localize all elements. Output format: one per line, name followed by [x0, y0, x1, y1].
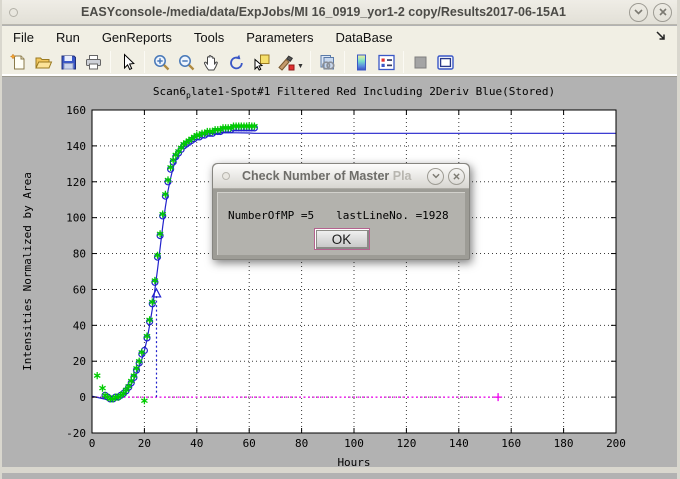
toolbar-separator — [110, 51, 111, 73]
dialog-title: Check Number of Master Pla — [242, 169, 427, 183]
svg-text:60: 60 — [73, 283, 86, 296]
svg-text:0: 0 — [89, 437, 96, 450]
toolbar-separator — [344, 51, 345, 73]
close-icon — [659, 8, 667, 16]
new-document-icon — [9, 53, 28, 72]
svg-text:160: 160 — [66, 104, 86, 117]
dialog-app-icon — [222, 172, 230, 180]
menu-item-genreports[interactable]: GenReports — [91, 28, 183, 47]
toolbar-separator — [403, 51, 404, 73]
legend-icon — [377, 53, 396, 72]
toolbar-button-pan[interactable] — [199, 50, 224, 74]
app-icon — [9, 8, 18, 17]
svg-text:80: 80 — [73, 248, 86, 261]
zoom-out-icon — [177, 53, 196, 72]
dialog-minimize-button[interactable] — [427, 168, 444, 185]
brush-icon — [277, 53, 296, 72]
open-folder-icon — [34, 53, 53, 72]
window-bottom-border — [2, 467, 677, 473]
toolbar-button-brush[interactable] — [274, 50, 299, 74]
plot-title: Scan6plate1-Spot#1 Filtered Red Includin… — [92, 85, 616, 100]
chevron-down-icon — [634, 9, 643, 15]
inactive-square-icon — [411, 53, 430, 72]
svg-text:200: 200 — [606, 437, 626, 450]
dialog-content-panel: NumberOfMP =5lastLineNo. =1928 OK — [217, 192, 465, 255]
chevron-down-icon — [432, 173, 440, 179]
menu-item-run[interactable]: Run — [45, 28, 91, 47]
svg-text:140: 140 — [449, 437, 469, 450]
link-plots-icon — [318, 53, 337, 72]
window-titlebar: EASYconsole-/media/data/ExpJobs/MI 16_09… — [2, 0, 677, 25]
svg-text:140: 140 — [66, 140, 86, 153]
app-window: EASYconsole-/media/data/ExpJobs/MI 16_09… — [0, 0, 680, 479]
print-icon — [84, 53, 103, 72]
dialog-close-button[interactable] — [448, 168, 465, 185]
plot-canvas[interactable]: 020406080100120140160180200-200204060801… — [2, 79, 680, 473]
toolbar-button-print[interactable] — [81, 50, 106, 74]
close-button[interactable] — [653, 3, 672, 22]
toolbar-button-new-document[interactable] — [6, 50, 31, 74]
toolbar-button-link-plots[interactable] — [315, 50, 340, 74]
toolbar-separator — [310, 51, 311, 73]
dialog-message: NumberOfMP =5lastLineNo. =1928 — [228, 209, 459, 222]
svg-text:20: 20 — [73, 355, 86, 368]
brush-dropdown-icon[interactable]: ▼ — [297, 63, 304, 70]
toolbar-button-open-folder[interactable] — [31, 50, 56, 74]
detach-arrow-icon[interactable] — [655, 30, 667, 45]
rotate-3d-icon — [227, 53, 246, 72]
menu-item-file[interactable]: File — [2, 28, 45, 47]
menubar: FileRunGenReportsToolsParametersDataBase — [2, 26, 677, 48]
toolbar-separator — [144, 51, 145, 73]
ok-button[interactable]: OK — [314, 228, 370, 250]
svg-text:100: 100 — [344, 437, 364, 450]
svg-text:20: 20 — [138, 437, 151, 450]
svg-text:120: 120 — [396, 437, 416, 450]
toolbar-button-rotate-3d[interactable] — [224, 50, 249, 74]
close-icon — [453, 173, 460, 180]
data-cursor-icon — [252, 53, 271, 72]
menu-item-parameters[interactable]: Parameters — [235, 28, 324, 47]
svg-text:60: 60 — [243, 437, 256, 450]
svg-text:-20: -20 — [66, 427, 86, 440]
toolbar-button-legend[interactable] — [374, 50, 399, 74]
pan-icon — [202, 53, 221, 72]
toolbar-button-data-cursor[interactable] — [249, 50, 274, 74]
figure-window-icon — [436, 53, 455, 72]
pointer-icon — [118, 53, 137, 72]
svg-text:160: 160 — [501, 437, 521, 450]
svg-text:Intensities Normalized by Area: Intensities Normalized by Area — [21, 172, 34, 371]
toolbar-button-save[interactable] — [56, 50, 81, 74]
svg-text:40: 40 — [73, 319, 86, 332]
svg-text:180: 180 — [554, 437, 574, 450]
toolbar-button-colormap[interactable] — [349, 50, 374, 74]
svg-text:120: 120 — [66, 176, 86, 189]
toolbar-button-figure-window[interactable] — [433, 50, 458, 74]
toolbar-button-inactive-square[interactable] — [408, 50, 433, 74]
menu-item-database[interactable]: DataBase — [324, 28, 403, 47]
dialog-check-number-of-master-plates: Check Number of Master Pla NumberOfMP =5… — [212, 163, 470, 260]
toolbar-button-zoom-in[interactable] — [149, 50, 174, 74]
dialog-titlebar: Check Number of Master Pla — [213, 164, 469, 189]
svg-text:80: 80 — [295, 437, 308, 450]
window-title: EASYconsole-/media/data/ExpJobs/MI 16_09… — [18, 5, 629, 19]
toolbar-button-zoom-out[interactable] — [174, 50, 199, 74]
toolbar: ▼ — [2, 48, 677, 77]
minimize-button[interactable] — [629, 3, 648, 22]
svg-text:40: 40 — [190, 437, 203, 450]
menu-item-tools[interactable]: Tools — [183, 28, 235, 47]
figure-area: 020406080100120140160180200-200204060801… — [2, 79, 677, 473]
toolbar-button-pointer[interactable] — [115, 50, 140, 74]
svg-text:0: 0 — [79, 391, 86, 404]
colormap-icon — [352, 53, 371, 72]
save-icon — [59, 53, 78, 72]
svg-text:100: 100 — [66, 212, 86, 225]
zoom-in-icon — [152, 53, 171, 72]
